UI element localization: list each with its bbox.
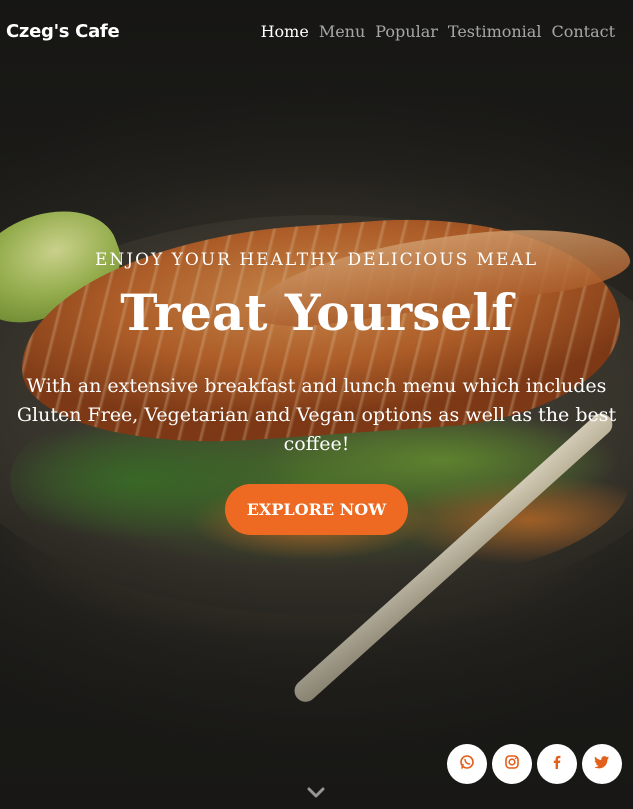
- whatsapp-button[interactable]: [447, 744, 487, 784]
- nav-links: Home Menu Popular Testimonial Contact: [261, 22, 615, 41]
- facebook-button[interactable]: [537, 744, 577, 784]
- instagram-icon: [504, 754, 520, 774]
- hero-headline: Treat Yourself: [120, 283, 513, 342]
- social-buttons: [447, 744, 622, 784]
- hero-content: ENJOY YOUR HEALTHY DELICIOUS MEAL Treat …: [0, 250, 633, 535]
- twitter-button[interactable]: [582, 744, 622, 784]
- nav-link-home[interactable]: Home: [261, 22, 309, 41]
- brand-logo[interactable]: Czeg's Cafe: [6, 21, 120, 42]
- nav-link-popular[interactable]: Popular: [375, 22, 438, 41]
- chevron-down-icon: [306, 787, 326, 804]
- nav-link-testimonial[interactable]: Testimonial: [448, 22, 542, 41]
- explore-now-button[interactable]: EXPLORE NOW: [224, 483, 409, 535]
- instagram-button[interactable]: [492, 744, 532, 784]
- twitter-icon: [594, 754, 610, 774]
- nav-link-menu[interactable]: Menu: [319, 22, 365, 41]
- navbar: Czeg's Cafe Home Menu Popular Testimonia…: [0, 0, 633, 62]
- facebook-icon: [549, 754, 565, 774]
- hero-section: Czeg's Cafe Home Menu Popular Testimonia…: [0, 0, 633, 809]
- whatsapp-icon: [459, 754, 475, 774]
- hero-eyebrow: ENJOY YOUR HEALTHY DELICIOUS MEAL: [94, 250, 539, 270]
- nav-link-contact[interactable]: Contact: [551, 22, 615, 41]
- hero-subtext: With an extensive breakfast and lunch me…: [16, 374, 617, 456]
- scroll-down-button[interactable]: [306, 786, 326, 805]
